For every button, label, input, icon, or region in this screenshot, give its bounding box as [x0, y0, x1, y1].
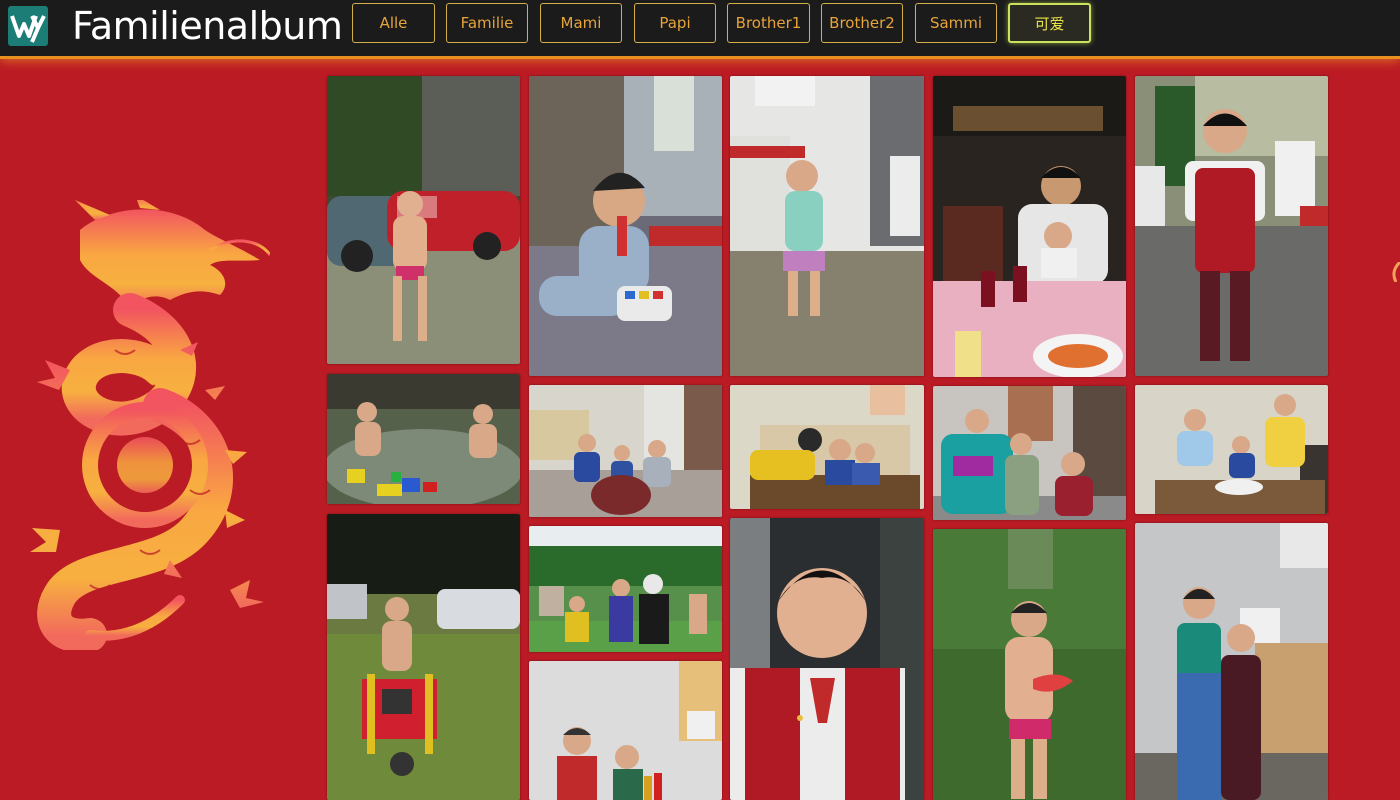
- gallery-photo[interactable]: [933, 76, 1126, 377]
- gallery-photo[interactable]: [529, 385, 722, 517]
- gallery-photo[interactable]: [1135, 76, 1328, 376]
- top-navigation-bar: Familienalbum Alle Familie Mami Papi Bro…: [0, 0, 1400, 59]
- filter-button-kawaii[interactable]: 可爱: [1008, 3, 1091, 43]
- dragon-edge-fragment: [1390, 260, 1400, 283]
- filter-button-mami[interactable]: Mami: [540, 3, 622, 43]
- gallery-photo[interactable]: [730, 518, 924, 800]
- gallery-photo[interactable]: [1135, 385, 1328, 514]
- site-title[interactable]: Familienalbum: [72, 4, 343, 48]
- filter-button-sammi[interactable]: Sammi: [915, 3, 997, 43]
- wy-monogram-logo[interactable]: [8, 6, 48, 46]
- gallery-photo[interactable]: [730, 76, 924, 376]
- gallery-photo[interactable]: [1135, 523, 1328, 800]
- filter-button-brother2[interactable]: Brother2: [821, 3, 903, 43]
- gallery-photo[interactable]: [327, 374, 520, 504]
- gallery-photo[interactable]: [327, 76, 520, 364]
- filter-button-brother1[interactable]: Brother1: [727, 3, 810, 43]
- filter-button-alle[interactable]: Alle: [352, 3, 435, 43]
- filter-button-papi[interactable]: Papi: [634, 3, 716, 43]
- gallery-photo[interactable]: [933, 386, 1126, 520]
- gallery-photo[interactable]: [529, 661, 722, 800]
- gallery-photo[interactable]: [529, 526, 722, 652]
- dragon-icon: [20, 195, 272, 653]
- gallery-photo[interactable]: [327, 514, 520, 800]
- filter-button-familie[interactable]: Familie: [446, 3, 528, 43]
- gallery-photo[interactable]: [529, 76, 722, 376]
- photo-gallery: [327, 76, 1329, 800]
- gallery-photo[interactable]: [730, 385, 924, 509]
- gallery-photo[interactable]: [933, 529, 1126, 800]
